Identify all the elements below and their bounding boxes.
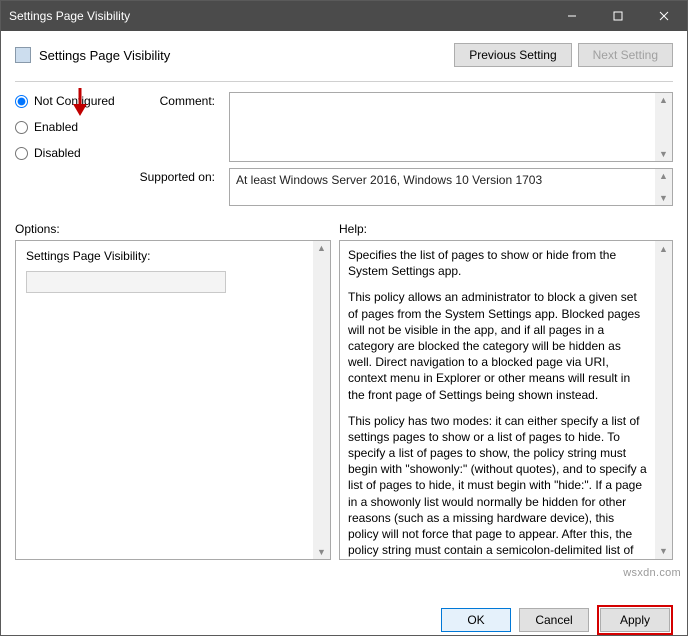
window-title: Settings Page Visibility — [9, 9, 130, 23]
previous-setting-button[interactable]: Previous Setting — [454, 43, 571, 67]
scroll-down-icon[interactable]: ▼ — [659, 191, 668, 205]
watermark-text: wsxdn.com — [623, 567, 681, 579]
settings-page-visibility-input[interactable] — [26, 271, 226, 293]
help-paragraph: Specifies the list of pages to show or h… — [348, 247, 648, 279]
supported-on-text: At least Windows Server 2016, Windows 10… — [236, 173, 542, 187]
help-panel: Specifies the list of pages to show or h… — [339, 240, 673, 560]
scrollbar[interactable]: ▲ ▼ — [655, 169, 672, 205]
comment-label: Comment: — [133, 94, 215, 108]
supported-on-box: At least Windows Server 2016, Windows 10… — [229, 168, 673, 206]
radio-disabled[interactable]: Disabled — [15, 146, 125, 160]
maximize-button[interactable] — [595, 1, 641, 31]
footer-buttons: OK Cancel Apply — [1, 595, 687, 635]
radio-disabled-label: Disabled — [34, 146, 81, 160]
scroll-up-icon[interactable]: ▲ — [317, 241, 326, 255]
policy-icon — [15, 47, 31, 63]
page-title: Settings Page Visibility — [39, 48, 170, 63]
options-panel: Settings Page Visibility: ▲ ▼ — [15, 240, 331, 560]
scroll-up-icon[interactable]: ▲ — [659, 169, 668, 183]
options-field-label: Settings Page Visibility: — [26, 249, 306, 263]
supported-row: Supported on: At least Windows Server 20… — [1, 162, 687, 206]
apply-button[interactable]: Apply — [600, 608, 670, 632]
panel-labels: Options: Help: — [1, 206, 687, 240]
scroll-down-icon[interactable]: ▼ — [659, 543, 668, 559]
annotation-arrow-icon — [69, 86, 91, 116]
supported-on-label: Supported on: — [133, 170, 215, 184]
scroll-down-icon[interactable]: ▼ — [317, 545, 326, 559]
apply-highlight: Apply — [597, 605, 673, 635]
scrollbar[interactable]: ▲ ▼ — [655, 241, 672, 559]
scrollbar[interactable]: ▲ ▼ — [655, 93, 672, 161]
header-row: Settings Page Visibility Previous Settin… — [1, 31, 687, 73]
window-controls — [549, 1, 687, 31]
radio-enabled-label: Enabled — [34, 120, 78, 134]
radio-not-configured-input[interactable] — [15, 95, 28, 108]
policy-editor-window: Settings Page Visibility Settings Page V… — [0, 0, 688, 636]
next-setting-button: Next Setting — [578, 43, 673, 67]
radio-disabled-input[interactable] — [15, 147, 28, 160]
comment-textarea[interactable]: ▲ ▼ — [229, 92, 673, 162]
scroll-down-icon[interactable]: ▼ — [659, 147, 668, 161]
ok-button[interactable]: OK — [441, 608, 511, 632]
config-row: Not Configured Enabled Disabled Comment:… — [1, 82, 687, 162]
state-radio-group: Not Configured Enabled Disabled — [15, 92, 125, 162]
scrollbar[interactable]: ▲ ▼ — [313, 241, 330, 559]
help-label: Help: — [339, 222, 367, 236]
panels-row: Settings Page Visibility: ▲ ▼ Specifies … — [1, 240, 687, 595]
help-paragraph: This policy allows an administrator to b… — [348, 289, 648, 402]
scroll-up-icon[interactable]: ▲ — [659, 241, 668, 257]
minimize-button[interactable] — [549, 1, 595, 31]
titlebar: Settings Page Visibility — [1, 1, 687, 31]
options-label: Options: — [15, 222, 331, 236]
radio-enabled[interactable]: Enabled — [15, 120, 125, 134]
cancel-button[interactable]: Cancel — [519, 608, 589, 632]
help-paragraph: This policy has two modes: it can either… — [348, 413, 648, 560]
close-button[interactable] — [641, 1, 687, 31]
scroll-up-icon[interactable]: ▲ — [659, 93, 668, 107]
radio-enabled-input[interactable] — [15, 121, 28, 134]
